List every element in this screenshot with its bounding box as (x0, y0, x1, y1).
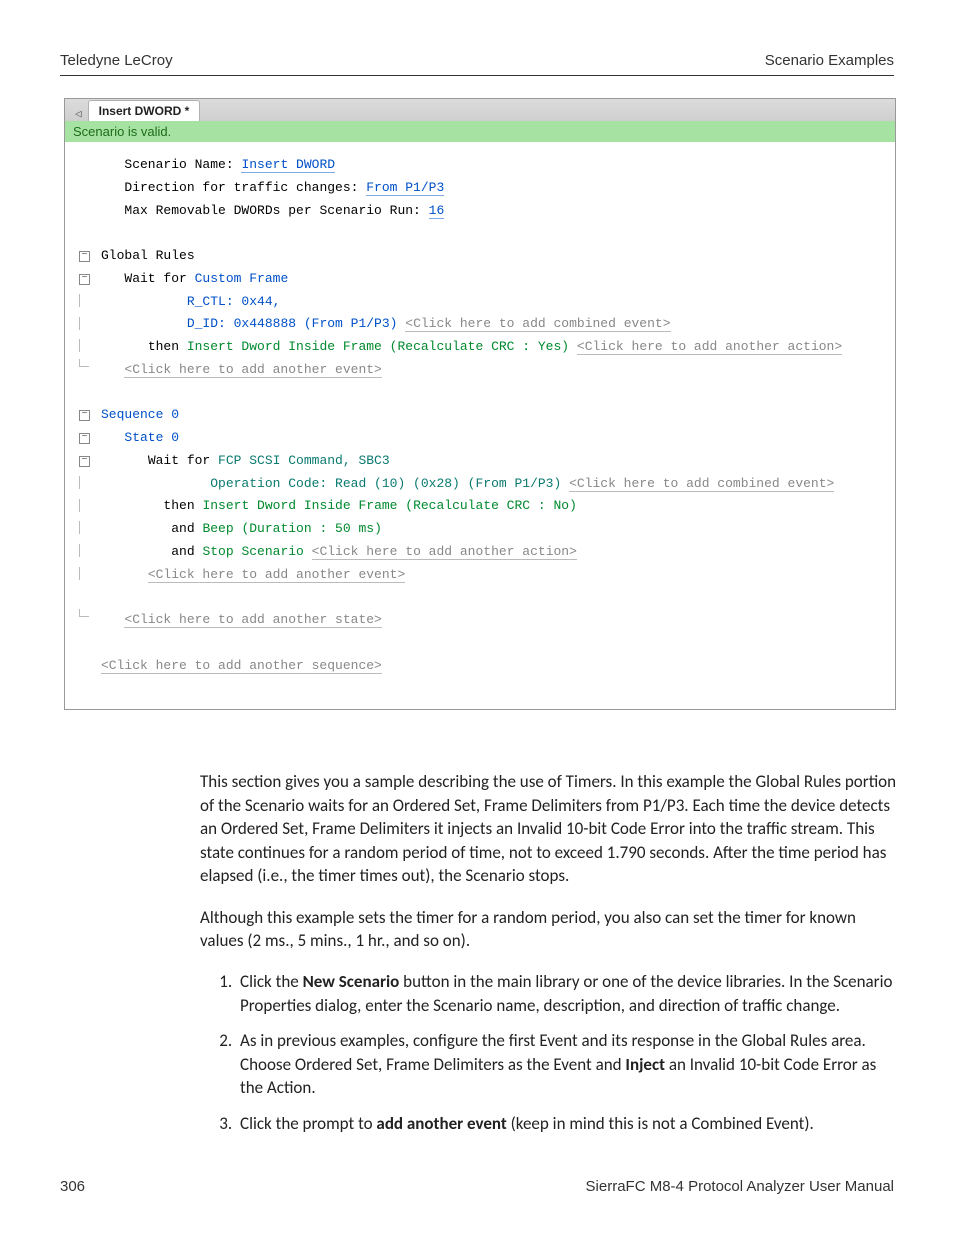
instruction-list: Click the New Scenario button in the mai… (200, 970, 900, 1135)
page-footer: 306 SierraFC M8-4 Protocol Analyzer User… (60, 1178, 894, 1195)
add-another-event-link[interactable]: <Click here to add another event> (148, 567, 405, 583)
tab-bar: ◁ Insert DWORD * (65, 99, 895, 121)
validation-status: Scenario is valid. (65, 121, 895, 142)
tab-scroll-left-icon[interactable]: ◁ (69, 107, 88, 121)
body-text: This section gives you a sample describi… (200, 770, 900, 1135)
add-another-event-link[interactable]: <Click here to add another event> (124, 362, 381, 378)
and-keyword: and (171, 544, 202, 559)
scenario-code-area: Scenario Name: Insert DWORD Direction fo… (65, 142, 895, 709)
scenario-name-label: Scenario Name: (124, 157, 241, 172)
sequence-0-label[interactable]: Sequence 0 (101, 407, 179, 422)
header-left: Teledyne LeCroy (60, 52, 173, 69)
scenario-name-value[interactable]: Insert DWORD (241, 157, 335, 173)
list-item: Click the New Scenario button in the mai… (236, 970, 900, 1017)
action-beep[interactable]: Beep (Duration : 50 ms) (202, 521, 381, 536)
wait-for-target-fcp[interactable]: FCP SCSI Command, SBC3 (218, 453, 390, 468)
rctl-value[interactable]: R_CTL: 0x44, (187, 294, 281, 309)
then-keyword: then (148, 339, 187, 354)
tab-insert-dword[interactable]: Insert DWORD * (88, 100, 201, 121)
action-stop-scenario[interactable]: Stop Scenario (202, 544, 311, 559)
add-another-event-emphasis: add another event (376, 1113, 506, 1134)
inject-emphasis: Inject (625, 1054, 665, 1075)
then-keyword: then (163, 498, 202, 513)
max-dwords-value[interactable]: 16 (429, 203, 445, 219)
global-rules-label: Global Rules (101, 248, 195, 263)
list-item: As in previous examples, configure the f… (236, 1029, 900, 1099)
max-dwords-label: Max Removable DWORDs per Scenario Run: (124, 203, 428, 218)
collapse-toggle-icon[interactable]: − (79, 433, 90, 444)
add-combined-event-link[interactable]: <Click here to add combined event> (569, 476, 834, 492)
scenario-editor-screenshot: ◁ Insert DWORD * Scenario is valid. Scen… (64, 98, 896, 710)
add-combined-event-link[interactable]: <Click here to add combined event> (405, 316, 670, 332)
direction-label: Direction for traffic changes: (124, 180, 366, 195)
wait-for-keyword: Wait for (148, 453, 218, 468)
did-value[interactable]: D_ID: 0x448888 (From P1/P3) (187, 316, 405, 331)
operation-code-value[interactable]: Operation Code: Read (10) (0x28) (From P… (210, 476, 569, 491)
direction-value[interactable]: From P1/P3 (366, 180, 444, 196)
add-another-action-link[interactable]: <Click here to add another action> (577, 339, 842, 355)
and-keyword: and (171, 521, 202, 536)
page-number: 306 (60, 1178, 85, 1195)
add-another-action-link[interactable]: <Click here to add another action> (312, 544, 577, 560)
collapse-toggle-icon[interactable]: − (79, 456, 90, 467)
page-header: Teledyne LeCroy Scenario Examples (60, 52, 894, 76)
manual-title: SierraFC M8-4 Protocol Analyzer User Man… (586, 1178, 894, 1195)
document-page: Teledyne LeCroy Scenario Examples ◁ Inse… (0, 0, 954, 1235)
wait-for-keyword: Wait for (124, 271, 194, 286)
header-right: Scenario Examples (765, 52, 894, 69)
add-another-state-link[interactable]: <Click here to add another state> (124, 612, 381, 628)
state-0-label[interactable]: State 0 (124, 430, 179, 445)
wait-for-target[interactable]: Custom Frame (195, 271, 289, 286)
add-another-sequence-link[interactable]: <Click here to add another sequence> (101, 658, 382, 674)
action-insert-dword[interactable]: Insert Dword Inside Frame (Recalculate C… (187, 339, 577, 354)
collapse-toggle-icon[interactable]: − (79, 410, 90, 421)
paragraph-1: This section gives you a sample describi… (200, 770, 900, 887)
paragraph-2: Although this example sets the timer for… (200, 906, 900, 953)
collapse-toggle-icon[interactable]: − (79, 274, 90, 285)
collapse-toggle-icon[interactable]: − (79, 251, 90, 262)
action-insert-dword-nocrc[interactable]: Insert Dword Inside Frame (Recalculate C… (202, 498, 576, 513)
list-item: Click the prompt to add another event (k… (236, 1112, 900, 1135)
new-scenario-emphasis: New Scenario (303, 971, 400, 992)
